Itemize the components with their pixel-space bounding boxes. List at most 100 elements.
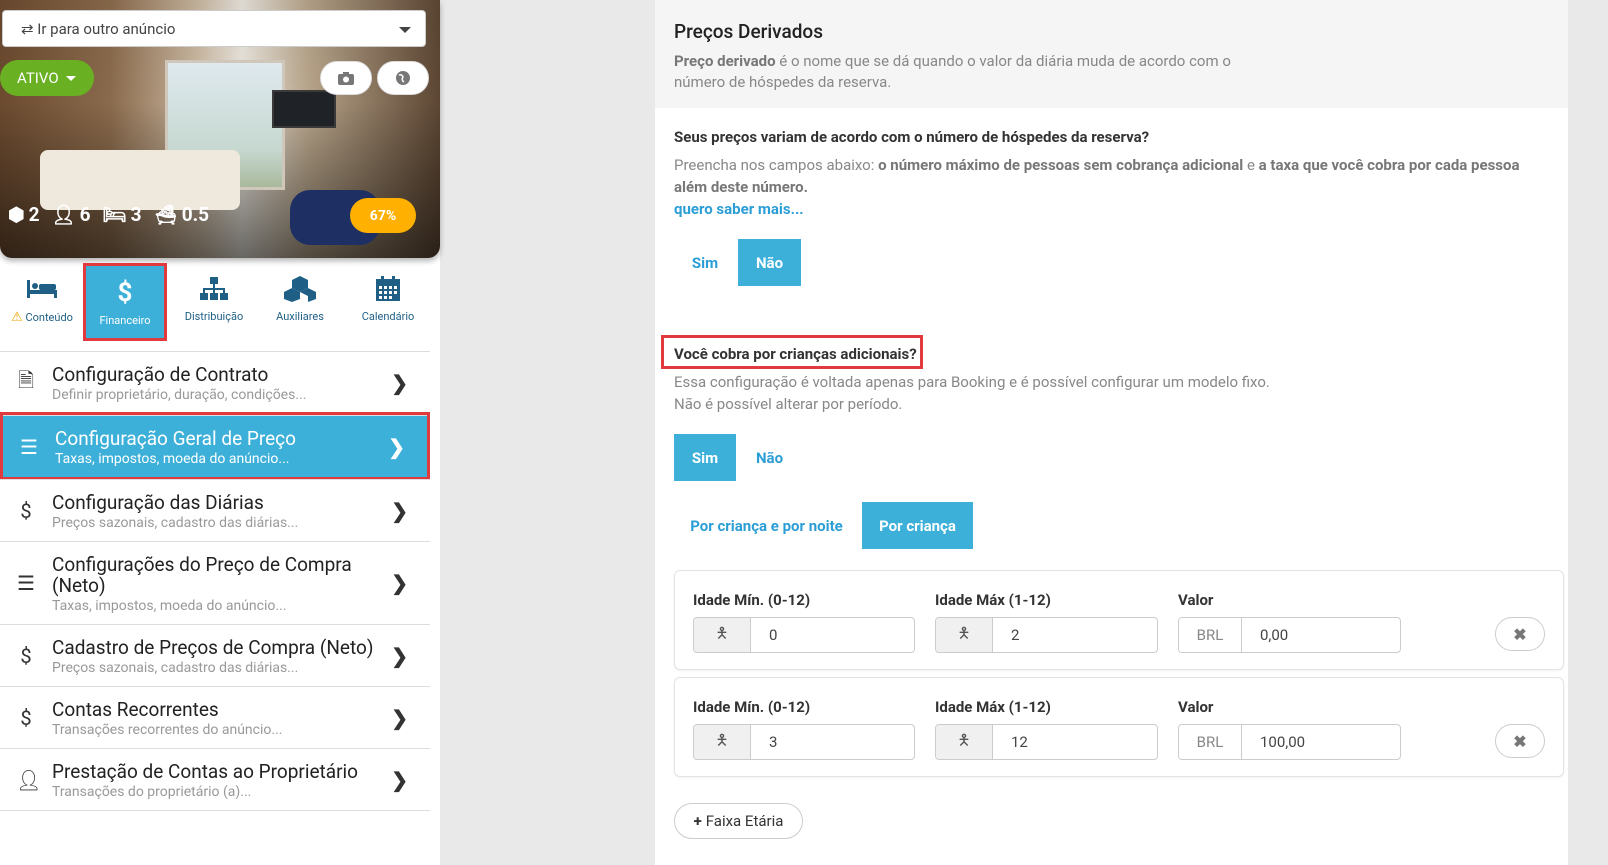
max-age-value: 2 [1011, 626, 1020, 644]
max-age-input[interactable]: 🯅 2 [935, 617, 1158, 653]
currency-addon: BRL [1179, 725, 1242, 759]
per-child-button[interactable]: Por criança [862, 502, 973, 549]
menu-item-subtitle: Definir proprietário, duração, condições… [52, 387, 307, 403]
baths-count: 0.5 [181, 203, 209, 226]
learn-more-link[interactable]: quero saber mais... [674, 200, 804, 218]
currency-addon: BRL [1179, 618, 1242, 652]
menu-item-subtitle: Taxas, impostos, moeda do anúncio... [55, 451, 290, 467]
baths-stat: 🛁︎ 0.5 [154, 203, 209, 226]
sitemap-icon [197, 274, 231, 304]
chevron-right-icon: ❯ [391, 498, 408, 523]
tab-distribuicao[interactable]: Distribuição [172, 262, 256, 338]
chevron-right-icon: ❯ [388, 434, 405, 459]
age-range-row: Idade Mín. (0-12) 🯅 3 Idade Máx (1-12) 🯅… [674, 677, 1564, 777]
children-description-2: Não é possível alterar por período. [674, 395, 903, 413]
per-child-per-night-button[interactable]: Por criança e por noite [674, 502, 859, 549]
value-amount: 0,00 [1260, 626, 1289, 644]
chevron-right-icon: ❯ [391, 643, 408, 668]
goto-listing-select[interactable]: ⇄ Ir para outro anúncio [2, 10, 426, 47]
sliders-icon: ☰ [20, 434, 38, 459]
menu-item-title: Configuração Geral de Preço [55, 427, 296, 450]
desc-part: Preencha nos campos abaixo: [674, 156, 879, 174]
cubes-icon [283, 274, 317, 304]
menu-item-subtitle: Preços sazonais, cadastro das diárias... [52, 515, 299, 531]
menu-item-contas-recorrentes[interactable]: $ Contas Recorrentes Transações recorren… [0, 686, 430, 748]
chevron-right-icon: ❯ [391, 571, 408, 595]
menu-item-preco-compra[interactable]: ☰ Configurações do Preço de Compra (Neto… [0, 541, 430, 624]
tab-auxiliares[interactable]: Auxiliares [258, 262, 342, 338]
document-icon: 🗎 [17, 367, 35, 392]
guests-description: Preencha nos campos abaixo: o número máx… [674, 154, 1554, 198]
dollar-icon: $ [117, 278, 133, 308]
min-age-label: Idade Mín. (0-12) [693, 698, 811, 716]
page-title: Preços Derivados [674, 20, 823, 43]
listing-stats: ⬢ 2 👤︎ 6 🛏︎ 3 🛁︎ 0.5 [8, 203, 209, 226]
child-icon: 🯅 [936, 618, 993, 652]
menu-item-contrato[interactable]: 🗎 Configuração de Contrato Definir propr… [0, 351, 430, 413]
menu-item-preco-geral[interactable]: ☰ Configuração Geral de Preço Taxas, imp… [0, 412, 430, 480]
camera-button[interactable] [320, 61, 372, 95]
max-age-label: Idade Máx (1-12) [935, 591, 1051, 609]
age-range-row: Idade Mín. (0-12) 🯅 0 Idade Máx (1-12) 🯅… [674, 570, 1564, 670]
close-icon: ✖ [1513, 624, 1527, 644]
listing-photo: ⇄ Ir para outro anúncio ATIVO ⬢ 2 👤︎ 6 🛏︎ 3… [0, 0, 440, 258]
tab-conteudo[interactable]: ⚠ Conteúdo [0, 262, 84, 338]
value-input[interactable]: BRL 0,00 [1178, 617, 1401, 653]
sidebar: ⇄ Ir para outro anúncio ATIVO ⬢ 2 👤︎ 6 🛏︎ 3… [0, 0, 440, 865]
guests-no-button[interactable]: Não [738, 239, 801, 286]
guests-stat: 👤︎ 6 [52, 203, 91, 226]
min-age-label: Idade Mín. (0-12) [693, 591, 811, 609]
menu-item-subtitle: Transações do proprietário (a)... [52, 784, 252, 800]
chevron-right-icon: ❯ [391, 370, 408, 395]
camera-icon [338, 71, 354, 85]
tab-calendario[interactable]: Calendário [346, 262, 430, 338]
max-age-label: Idade Máx (1-12) [935, 698, 1051, 716]
beds-stat: 🛏︎ 3 [103, 203, 142, 226]
tab-financeiro[interactable]: $ Financeiro [83, 263, 167, 341]
children-description-1: Essa configuração é voltada apenas para … [674, 373, 1270, 391]
goto-listing-label: ⇄ Ir para outro anúncio [21, 19, 176, 38]
globe-button[interactable] [377, 61, 429, 95]
status-label: ATIVO [17, 69, 59, 87]
menu-item-subtitle: Transações recorrentes do anúncio... [52, 722, 283, 738]
guests-question: Seus preços variam de acordo com o númer… [674, 128, 1150, 146]
warning-icon: ⚠ [11, 310, 23, 325]
intro-bold: Preço derivado [674, 52, 776, 70]
children-question: Você cobra por crianças adicionais? [674, 345, 917, 363]
child-icon: 🯅 [936, 725, 993, 759]
menu-item-title: Cadastro de Preços de Compra (Neto) [52, 636, 374, 659]
remove-row-button[interactable]: ✖ [1495, 617, 1545, 651]
main-panel: Preços Derivados Preço derivado é o nome… [655, 0, 1568, 865]
value-input[interactable]: BRL 100,00 [1178, 724, 1401, 760]
min-age-value: 3 [769, 733, 778, 751]
guests-count: 6 [79, 203, 91, 226]
add-age-range-button[interactable]: + Faixa Etária [674, 803, 803, 839]
bath-icon: 🛁︎ [153, 203, 178, 226]
photo-sofa [40, 150, 240, 210]
section-header: Preços Derivados Preço derivado é o nome… [655, 0, 1568, 108]
child-icon: 🯅 [694, 618, 751, 652]
max-age-input[interactable]: 🯅 12 [935, 724, 1158, 760]
remove-row-button[interactable]: ✖ [1495, 724, 1545, 758]
children-yes-button[interactable]: Sim [674, 434, 736, 481]
rooms-count: 2 [28, 203, 40, 226]
tab-label: Distribuição [184, 310, 244, 323]
calendar-icon [371, 274, 405, 304]
min-age-input[interactable]: 🯅 3 [693, 724, 915, 760]
menu-item-diarias[interactable]: $ Configuração das Diárias Preços sazona… [0, 479, 430, 541]
rooms-stat: ⬢ 2 [8, 203, 40, 226]
menu-item-title: Prestação de Contas ao Proprietário [52, 760, 358, 783]
desc-bold: o número máximo de pessoas sem cobrança … [878, 156, 1244, 174]
menu-item-subtitle: Preços sazonais, cadastro das diárias... [52, 660, 299, 676]
beds-count: 3 [130, 203, 142, 226]
children-no-button[interactable]: Não [738, 434, 801, 481]
menu-item-title: Contas Recorrentes [52, 698, 219, 721]
status-dropdown[interactable]: ATIVO [0, 60, 94, 96]
min-age-input[interactable]: 🯅 0 [693, 617, 915, 653]
menu-item-cadastro-compra[interactable]: $ Cadastro de Preços de Compra (Neto) Pr… [0, 624, 430, 686]
close-icon: ✖ [1513, 731, 1527, 751]
section-intro: Preço derivado é o nome que se dá quando… [674, 51, 1234, 93]
menu-item-prestacao[interactable]: 👤︎ Prestação de Contas ao Proprietário T… [0, 748, 430, 811]
guests-yes-button[interactable]: Sim [674, 239, 736, 286]
globe-icon [396, 71, 410, 85]
